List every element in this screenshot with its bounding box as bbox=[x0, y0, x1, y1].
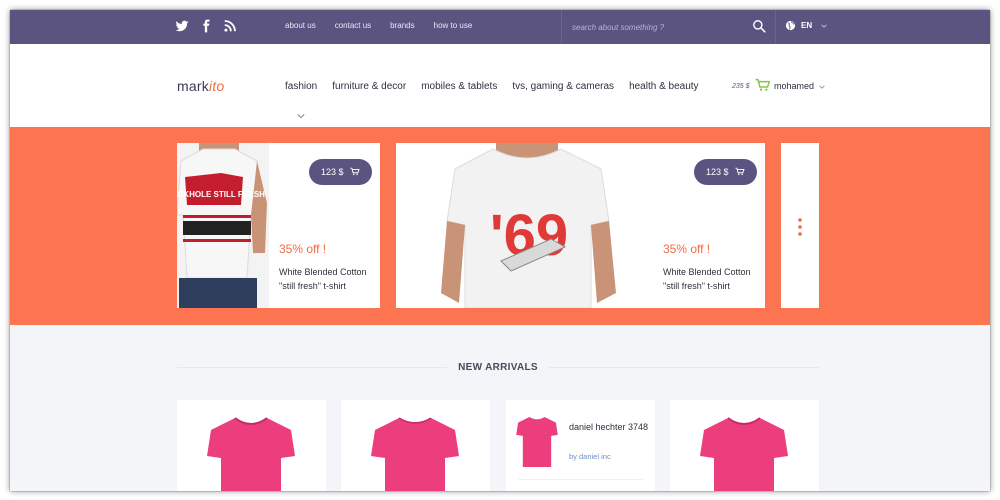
nav-item-furniture[interactable]: furniture & decor bbox=[332, 81, 406, 92]
facebook-icon[interactable] bbox=[199, 19, 213, 33]
logo-main: mark bbox=[177, 78, 209, 94]
product-brand[interactable]: by daniel inc bbox=[569, 452, 611, 461]
globe-icon bbox=[785, 20, 796, 31]
search-bar bbox=[561, 10, 776, 44]
tshirt-print-text: BLACKHOLE STILL FRESH bbox=[177, 190, 265, 199]
site-logo[interactable]: markito bbox=[177, 78, 224, 94]
product-title[interactable]: White Blended Cotton "still fresh" t-shi… bbox=[663, 265, 763, 293]
hero-product-card[interactable]: BLACKHOLE STILL FRESH 123 $ 35% off ! Wh… bbox=[177, 143, 380, 308]
search-input[interactable] bbox=[572, 20, 732, 34]
language-selector[interactable]: EN bbox=[785, 20, 827, 31]
nav-item-health[interactable]: health & beauty bbox=[629, 81, 699, 92]
more-options-icon[interactable] bbox=[796, 217, 804, 237]
arrival-product-card[interactable] bbox=[177, 400, 326, 491]
user-name: mohamed bbox=[774, 81, 815, 91]
cart-icon bbox=[349, 167, 360, 178]
site-header: markito fashion furniture & decor mobile… bbox=[10, 44, 990, 127]
product-image bbox=[207, 417, 295, 491]
cart-total: 235 $ bbox=[732, 83, 750, 90]
new-arrivals-header: NEW ARRIVALS bbox=[177, 360, 819, 376]
search-icon[interactable] bbox=[752, 19, 766, 33]
chevron-down-icon bbox=[821, 24, 827, 28]
product-image bbox=[700, 417, 788, 491]
add-to-cart-button[interactable]: 123 $ bbox=[694, 159, 757, 185]
product-title[interactable]: White Blended Cotton "still fresh" t-shi… bbox=[279, 265, 379, 293]
divider bbox=[549, 367, 819, 368]
chevron-down-icon bbox=[819, 81, 825, 91]
main-nav: fashion furniture & decor mobiles & tabl… bbox=[285, 81, 699, 92]
cart-icon bbox=[734, 167, 745, 178]
nav-item-tvs[interactable]: tvs, gaming & cameras bbox=[512, 81, 614, 92]
top-link-contact[interactable]: contact us bbox=[335, 21, 371, 30]
discount-label: 35% off ! bbox=[663, 242, 711, 256]
product-image: '69 bbox=[441, 143, 616, 308]
nav-item-fashion[interactable]: fashion bbox=[285, 81, 317, 92]
add-to-cart-button[interactable]: 123 $ bbox=[309, 159, 372, 185]
logo-accent: ito bbox=[208, 78, 225, 94]
hero-next-card[interactable] bbox=[781, 143, 819, 308]
product-name[interactable]: daniel hechter 3748 bbox=[569, 420, 649, 434]
browser-frame: about us contact us brands how to use EN… bbox=[10, 10, 990, 491]
product-image bbox=[371, 417, 459, 491]
top-links: about us contact us brands how to use bbox=[285, 21, 472, 30]
hero-product-card[interactable]: '69 123 $ 35% off ! White Blended Cotton… bbox=[396, 143, 765, 308]
social-links bbox=[175, 19, 237, 33]
price-label: 123 $ bbox=[706, 167, 729, 177]
price-label: 123 $ bbox=[321, 167, 344, 177]
divider bbox=[518, 479, 643, 480]
product-image bbox=[516, 416, 558, 468]
language-label: EN bbox=[801, 21, 813, 30]
arrival-product-card-featured[interactable]: daniel hechter 3748 by daniel inc bbox=[506, 400, 655, 491]
chevron-down-icon bbox=[297, 106, 305, 119]
twitter-icon[interactable] bbox=[175, 19, 189, 33]
rss-icon[interactable] bbox=[223, 19, 237, 33]
product-image: BLACKHOLE STILL FRESH bbox=[177, 143, 269, 308]
top-link-brands[interactable]: brands bbox=[390, 21, 414, 30]
user-menu[interactable]: mohamed bbox=[774, 81, 825, 91]
nav-item-mobiles[interactable]: mobiles & tablets bbox=[421, 81, 497, 92]
top-link-about[interactable]: about us bbox=[285, 21, 316, 30]
hero-carousel: BLACKHOLE STILL FRESH 123 $ 35% off ! Wh… bbox=[10, 127, 990, 325]
cart-icon[interactable] bbox=[755, 78, 771, 92]
discount-label: 35% off ! bbox=[279, 242, 327, 256]
arrival-product-card[interactable] bbox=[670, 400, 819, 491]
arrival-product-card[interactable] bbox=[341, 400, 490, 491]
top-bar: about us contact us brands how to use EN bbox=[10, 10, 990, 44]
top-link-how-to-use[interactable]: how to use bbox=[434, 21, 473, 30]
